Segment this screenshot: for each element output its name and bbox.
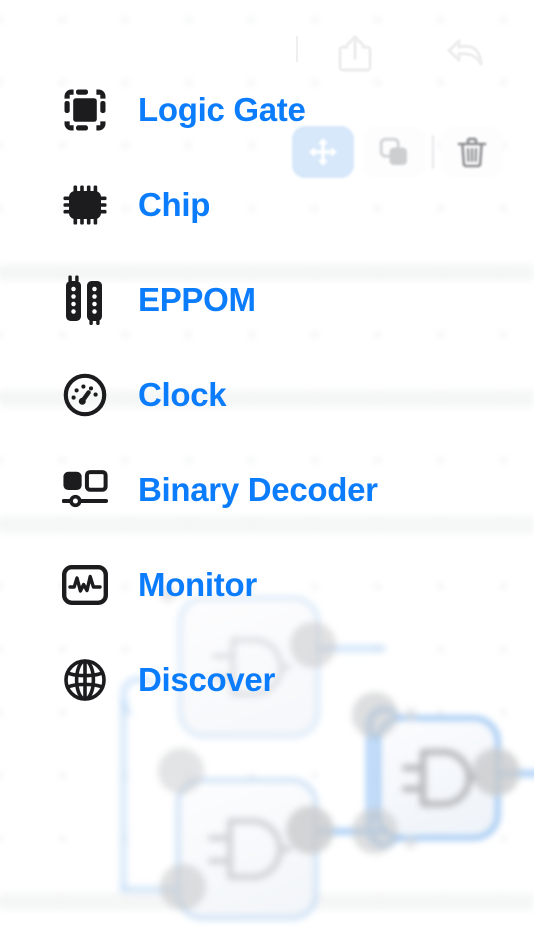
menu-item-label: Clock xyxy=(138,376,227,413)
menu-item-logic-gate[interactable]: Logic Gate xyxy=(0,62,468,157)
wire xyxy=(120,700,127,890)
node-port[interactable] xyxy=(286,806,334,854)
monitor-waveform-icon xyxy=(62,562,108,608)
menu-item-label: EPPOM xyxy=(138,281,256,318)
menu-item-chip[interactable]: Chip xyxy=(0,157,468,252)
chip-icon xyxy=(62,182,108,228)
node-port[interactable] xyxy=(158,748,204,794)
eppom-dip-chips-icon xyxy=(62,275,108,325)
node-port[interactable] xyxy=(352,808,398,854)
clock-gauge-icon xyxy=(62,372,108,418)
node-port[interactable] xyxy=(472,748,520,796)
menu-item-label: Monitor xyxy=(138,566,257,603)
menu-item-label: Binary Decoder xyxy=(138,471,378,508)
logic-gate-chip-icon xyxy=(62,87,108,133)
component-picker-menu[interactable]: Logic Gate Chip EPPOM Clock Binary Decod… xyxy=(0,62,468,727)
menu-item-label: Discover xyxy=(138,661,276,698)
menu-item-label: Logic Gate xyxy=(138,91,306,128)
menu-item-clock[interactable]: Clock xyxy=(0,347,468,442)
toolbar-divider xyxy=(296,36,298,62)
menu-item-discover[interactable]: Discover xyxy=(0,632,468,727)
binary-decoder-icon xyxy=(62,467,108,513)
menu-item-eppom[interactable]: EPPOM xyxy=(0,252,468,347)
node-port[interactable] xyxy=(404,836,417,849)
menu-item-binary-decoder[interactable]: Binary Decoder xyxy=(0,442,468,537)
menu-item-label: Chip xyxy=(138,186,211,223)
globe-icon xyxy=(62,657,108,703)
node-port[interactable] xyxy=(160,864,206,910)
menu-item-monitor[interactable]: Monitor xyxy=(0,537,468,632)
